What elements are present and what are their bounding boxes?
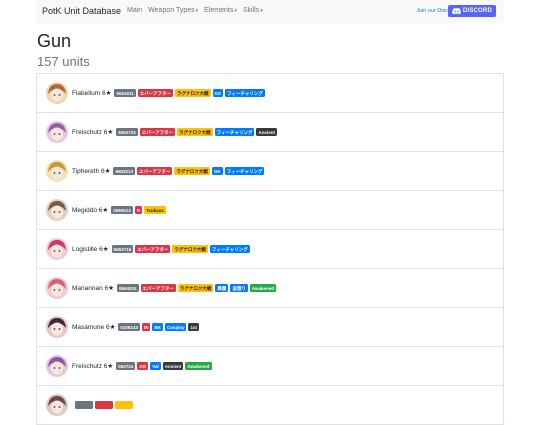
tag-badge: 6561611 bbox=[114, 89, 136, 97]
unit-avatar[interactable] bbox=[46, 355, 68, 377]
tag-badge: Awakened bbox=[185, 362, 212, 370]
unit-avatar[interactable] bbox=[46, 316, 68, 338]
unit-row[interactable]: Logistille 6★ 6563715 エバーアフター ラグナロク大戦 フィーチャリ… bbox=[37, 230, 503, 269]
unit-badges: 6561611 エバーアフター ラグナロク大戦 GS フィーチャリング bbox=[114, 89, 265, 97]
caret-down-icon: ▾ bbox=[195, 7, 199, 14]
unit-avatar[interactable] bbox=[46, 238, 68, 260]
tag-badge: 1st bbox=[188, 323, 199, 331]
nav-item-label: Elements bbox=[204, 7, 234, 14]
unit-name[interactable]: Freischutz 6★ bbox=[72, 128, 113, 136]
tag-badge: エバーアフター bbox=[140, 284, 176, 292]
tag-badge: IN bbox=[141, 323, 151, 331]
unit-avatar[interactable] bbox=[46, 394, 68, 416]
unit-name[interactable]: Freischutz 6★ bbox=[72, 362, 113, 370]
unit-avatar[interactable] bbox=[46, 199, 68, 221]
nav-item-skills[interactable]: Skills ▾ bbox=[243, 7, 263, 14]
nav-menu: Main Weapon Types ▾ Elements ▾ Skills ▾ bbox=[127, 7, 263, 14]
unit-name[interactable]: Megiddo 6★ bbox=[72, 206, 108, 214]
unit-row[interactable]: Freischutz 6★ 6562723 エバーアフター ラグナロク大戦 フィーチャリ… bbox=[37, 113, 503, 152]
tag-badge bbox=[75, 401, 93, 409]
tag-badge: GS bbox=[212, 89, 224, 97]
unit-name[interactable]: Tiphereth 6★ bbox=[72, 167, 110, 175]
page-title: Gun bbox=[37, 31, 72, 51]
unit-name[interactable]: Logistille 6★ bbox=[72, 245, 109, 253]
nav-item-label: Main bbox=[127, 7, 143, 14]
tag-badge: ラグナロク大戦 bbox=[177, 128, 213, 136]
unit-badges: 6564024 エバーアフター ラグナロク大戦 異聞 追憶り Awakened bbox=[116, 284, 277, 292]
tag-badge: 6563715 bbox=[111, 245, 134, 253]
tag-badge: 5106143 bbox=[118, 323, 140, 331]
tag-badge bbox=[115, 401, 133, 409]
discord-icon bbox=[452, 7, 461, 15]
unit-row[interactable]: Megiddo 6★ 2560013 R Tsukasa bbox=[37, 191, 503, 230]
tag-badge: エバーアフター bbox=[135, 245, 171, 253]
unit-badges: 6563213 エバーアフター ラグナロク大戦 GK フィーチャリング bbox=[113, 167, 265, 175]
tag-badge: 6562723 bbox=[116, 128, 138, 136]
unit-row[interactable] bbox=[37, 386, 503, 425]
tag-badge: フィーチャリング bbox=[209, 245, 250, 253]
tag-badge: 6564024 bbox=[116, 284, 139, 292]
tag-badge: ラグナロク大戦 bbox=[172, 245, 208, 253]
tag-badge: GK bbox=[211, 167, 223, 175]
unit-badges: 2560013 R Tsukasa bbox=[111, 206, 166, 214]
tag-badge: フィーチャリング bbox=[225, 89, 265, 97]
tag-badge: BK bbox=[152, 323, 163, 331]
unit-row[interactable]: Freischutz 6★ 562724 OG Val Ancient Awakened bbox=[37, 347, 503, 386]
tag-badge bbox=[95, 401, 113, 409]
tag-badge: R bbox=[134, 206, 142, 214]
caret-down-icon: ▾ bbox=[260, 7, 263, 14]
unit-row[interactable]: Masamune 6★ 5106143 IN BK Cosplay 1st bbox=[37, 308, 503, 347]
unit-badges: 6563715 エバーアフター ラグナロク大戦 フィーチャリング bbox=[111, 245, 250, 253]
tag-badge: 562724 bbox=[116, 362, 136, 370]
unit-name[interactable]: Flabellum 6★ bbox=[72, 89, 111, 97]
nav-item-label: Weapon Types bbox=[148, 7, 195, 14]
tag-badge: Ancient bbox=[162, 362, 184, 370]
unit-avatar[interactable] bbox=[46, 277, 68, 299]
tag-badge: Val bbox=[150, 362, 161, 370]
tag-badge: Cosplay bbox=[164, 323, 187, 331]
tag-badge: ラグナロク大戦 bbox=[175, 89, 211, 97]
tag-badge: エバーアフター bbox=[137, 89, 174, 97]
caret-down-icon: ▾ bbox=[234, 7, 237, 14]
discord-button[interactable]: DISCORD bbox=[447, 5, 496, 17]
unit-badges: 562724 OG Val Ancient Awakened bbox=[116, 362, 212, 370]
nav-item-label: Skills bbox=[242, 7, 260, 14]
nav-item-weapon-types[interactable]: Weapon Types ▾ bbox=[148, 7, 198, 14]
unit-avatar[interactable] bbox=[46, 160, 68, 182]
tag-badge: フィーチャリング bbox=[214, 128, 255, 136]
tag-badge: OG bbox=[137, 362, 149, 370]
unit-row[interactable]: Flabellum 6★ 6561611 エバーアフター ラグナロク大戦 GS フィーチャ… bbox=[37, 74, 503, 113]
tag-badge: 6563213 bbox=[113, 167, 135, 175]
tag-badge: ラグナロク大戦 bbox=[177, 284, 214, 292]
tag-badge: エバーアフター bbox=[139, 128, 176, 136]
unit-avatar[interactable] bbox=[46, 121, 68, 143]
discord-label: DISCORD bbox=[462, 8, 492, 14]
tag-badge: エバーアフター bbox=[137, 167, 173, 175]
tag-badge: Awakened bbox=[249, 284, 277, 292]
unit-name[interactable]: Masamune 6★ bbox=[72, 323, 115, 331]
unit-badges: 6562723 エバーアフター ラグナロク大戦 フィーチャリング Ancient bbox=[116, 128, 277, 136]
tag-badge: フィーチャリング bbox=[224, 167, 265, 175]
nav-item-elements[interactable]: Elements ▾ bbox=[204, 7, 237, 14]
unit-row[interactable]: Manannan 6★ 6564024 エバーアフター ラグナロク大戦 異聞 追憶り Awa… bbox=[37, 269, 503, 308]
brand-link[interactable]: PotK Unit Database bbox=[42, 6, 121, 16]
unit-row[interactable]: Tiphereth 6★ 6563213 エバーアフター ラグナロク大戦 GK フィーチャ… bbox=[37, 152, 503, 191]
unit-avatar[interactable] bbox=[46, 82, 68, 104]
tag-badge: Ancient bbox=[256, 128, 277, 136]
tag-badge: Tsukasa bbox=[143, 206, 166, 214]
unit-name[interactable]: Manannan 6★ bbox=[72, 284, 114, 292]
unit-badges bbox=[75, 401, 133, 409]
navbar: PotK Unit Database Main Weapon Types ▾ Elem… bbox=[36, 0, 504, 23]
unit-count: 157 units bbox=[37, 54, 90, 69]
nav-item-main[interactable]: Main bbox=[127, 7, 142, 14]
tag-badge: ラグナロク大戦 bbox=[174, 167, 210, 175]
tag-badge: 異聞 bbox=[215, 284, 229, 292]
tag-badge: 2560013 bbox=[111, 206, 133, 214]
tag-badge: 追憶り bbox=[230, 284, 248, 292]
unit-badges: 5106143 IN BK Cosplay 1st bbox=[118, 323, 199, 331]
unit-list: Flabellum 6★ 6561611 エバーアフター ラグナロク大戦 GS フィーチャ… bbox=[36, 73, 504, 425]
